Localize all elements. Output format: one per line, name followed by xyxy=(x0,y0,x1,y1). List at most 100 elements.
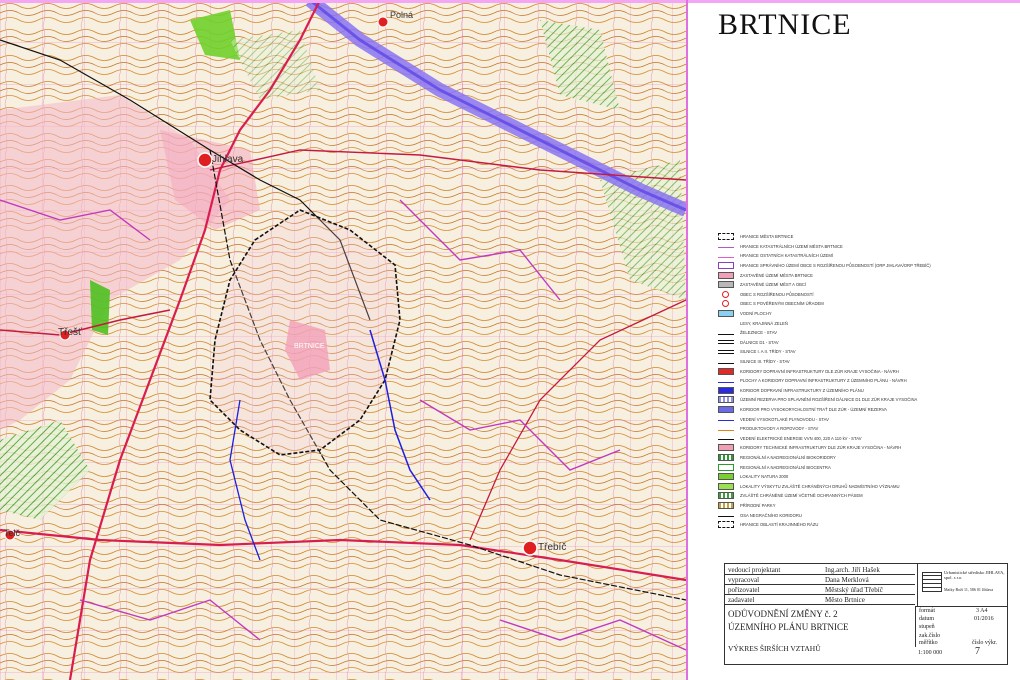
legend-swatch xyxy=(718,516,734,518)
legend-label: ZASTAVĚNÉ ÚZEMÍ MĚSTA BRTNICE xyxy=(740,272,813,278)
tb-row: zadavatel Město Brtnice xyxy=(725,596,915,605)
legend-swatch xyxy=(718,281,734,289)
legend-label: VODNÍ PLOCHY xyxy=(740,311,772,317)
legend-item: ZASTAVĚNÉ ÚZEMÍ MĚST A OBCÍ xyxy=(718,280,1018,290)
doc-title: ÚZEMNÍHO PLÁNU BRTNICE xyxy=(728,622,849,632)
tb-value: Městský úřad Třebíč xyxy=(825,586,883,594)
scale-value: 1:100 000 xyxy=(918,650,943,656)
legend-label: PŘÍRODNÍ PARKY xyxy=(740,502,776,508)
legend-swatch xyxy=(718,349,734,354)
tb-value: Ing.arch. Jiří Hašek xyxy=(825,566,880,574)
legend-swatch xyxy=(718,444,734,452)
meta-box: formát 3 A4 datum 01/2016 stupeň zak.čís… xyxy=(915,606,1008,647)
legend-swatch xyxy=(718,429,734,431)
legend-item: PLOCHY A KORIDORY DOPRAVNÍ INFRASTRUKTUR… xyxy=(718,376,1018,386)
tb-label: zadavatel xyxy=(728,596,755,604)
legend-label: HRANICE OBLASTÍ KRAJINNÉHO RÁZU xyxy=(740,522,819,528)
legend-label: KORIDORY TECHNICKÉ INFRASTRUKTURY DLE ZÚ… xyxy=(740,445,902,451)
legend-swatch xyxy=(718,271,734,279)
legend-item: HRANICE SPRÁVNÍHO ÚZEMÍ OBCE S ROZŠÍŘENO… xyxy=(718,261,1018,271)
legend-item: LESY, KRAJINNÁ ZELEŇ xyxy=(718,318,1018,328)
legend-label: ÚZEMNÍ REZERVA PRO SPLAVNĚNÍ ROZŠÍŘENÍ D… xyxy=(740,397,918,403)
format-value: 3 A4 xyxy=(976,608,988,614)
legend-item: LOKALITY NATURA 2000 xyxy=(718,472,1018,482)
legend-swatch xyxy=(718,420,734,422)
legend-label: KORIDOR PRO VYSOKORYCHLOSTNÍ TRAŤ DLE ZÚ… xyxy=(740,406,887,412)
legend-label: PRODUKTOVODY A ROPOVODY - STAV xyxy=(740,426,819,432)
legend-swatch xyxy=(718,439,734,441)
company-box: Urbanistické středisko JIHLAVA, spol. s … xyxy=(917,564,1008,606)
tb-label: vypracoval xyxy=(728,576,760,584)
legend-item: ŽELEZNICE - STAV xyxy=(718,328,1018,338)
legend-label: DÁLNICE D1 - STAV xyxy=(740,339,779,345)
place-label: Polná xyxy=(390,10,414,20)
legend-swatch xyxy=(718,396,734,404)
legend-label: OSA NEGRAČNÍHO KORIDORU xyxy=(740,512,802,518)
legend-item: SILNICE I. A II. TŘÍDY - STAV xyxy=(718,347,1018,357)
legend-swatch xyxy=(718,381,734,383)
place-label: Jihlava xyxy=(212,154,244,165)
legend-label: VEDENÍ VYSOKOTLAKÉ PLYNOVODU - STAV xyxy=(740,416,829,422)
legend-sheet: BRTNICE HRANICE MĚSTA BRTNICE HRANICE KAT… xyxy=(686,0,1020,680)
legend-item: LOKALITY VÝSKYTU ZVLÁŠTĚ CHRÁNĚNÝCH DRUH… xyxy=(718,481,1018,491)
legend-label: ZASTAVĚNÉ ÚZEMÍ MĚST A OBCÍ xyxy=(740,282,807,288)
company-address: Matky Boží 11, 586 01 Jihlava xyxy=(944,587,994,592)
sheet-number: 7 xyxy=(975,646,980,657)
legend: HRANICE MĚSTA BRTNICE HRANICE KATASTRÁLNÍ… xyxy=(718,232,1018,529)
legend-swatch xyxy=(718,340,734,345)
legend-swatch xyxy=(718,492,734,500)
legend-item: HRANICE OBLASTÍ KRAJINNÉHO RÁZU xyxy=(718,520,1018,530)
map-canvas xyxy=(0,0,686,680)
legend-item: PŘÍRODNÍ PARKY xyxy=(718,501,1018,511)
legend-label: KORIDOR DOPRAVNÍ INFRASTRUKTURY Z ÚZEMNÍ… xyxy=(740,387,864,393)
legend-swatch xyxy=(718,233,734,241)
legend-label: VEDENÍ ELEKTRICKÉ ENERGIE VVN 400, 220 A… xyxy=(740,435,862,441)
legend-swatch xyxy=(718,319,734,327)
legend-swatch xyxy=(718,362,734,364)
legend-label: HRANICE SPRÁVNÍHO ÚZEMÍ OBCE S ROZŠÍŘENO… xyxy=(740,263,931,269)
legend-item: SILNICE III. TŘÍDY - STAV xyxy=(718,357,1018,367)
tb-row: vedoucí projektant Ing.arch. Jiří Hašek xyxy=(725,566,915,575)
legend-swatch xyxy=(718,501,734,509)
legend-swatch xyxy=(718,521,734,529)
legend-item: DÁLNICE D1 - STAV xyxy=(718,338,1018,348)
map-title: BRTNICE xyxy=(718,8,852,41)
legend-label: REGIONÁLNÍ A NADREGIONÁLNÍ BIOCENTRA xyxy=(740,464,831,470)
legend-item: VEDENÍ VYSOKOTLAKÉ PLYNOVODU - STAV xyxy=(718,414,1018,424)
legend-item: KORIDOR PRO VYSOKORYCHLOSTNÍ TRAŤ DLE ZÚ… xyxy=(718,405,1018,415)
legend-swatch xyxy=(718,367,734,375)
legend-swatch xyxy=(718,310,734,318)
legend-label: ZVLÁŠTĚ CHRÁNĚNÉ ÚZEMÍ VČETNĚ OCHRANNÝCH… xyxy=(740,493,863,499)
legend-swatch xyxy=(718,262,734,270)
legend-label: LESY, KRAJINNÁ ZELEŇ xyxy=(740,320,788,326)
legend-item: VEDENÍ ELEKTRICKÉ ENERGIE VVN 400, 220 A… xyxy=(718,433,1018,443)
legend-label: HRANICE MĚSTA BRTNICE xyxy=(740,234,794,240)
tb-label: pořizovatel xyxy=(728,586,760,594)
legend-label: SILNICE III. TŘÍDY - STAV xyxy=(740,359,790,365)
legend-item: KORIDOR DOPRAVNÍ INFRASTRUKTURY Z ÚZEMNÍ… xyxy=(718,386,1018,396)
legend-label: OBEC S ROZŠÍŘENOU PŮSOBNOSTÍ xyxy=(740,291,814,297)
tb-row: pořizovatel Městský úřad Třebíč xyxy=(725,586,915,595)
place-label: Třešť xyxy=(58,327,82,338)
place-label: Třebíč xyxy=(538,542,567,553)
legend-item: VODNÍ PLOCHY xyxy=(718,309,1018,319)
legend-swatch xyxy=(718,405,734,413)
legend-swatch xyxy=(718,453,734,461)
format-label: formát xyxy=(919,608,935,614)
legend-swatch xyxy=(718,386,734,394)
company-name: Urbanistické středisko JIHLAVA, spol. s … xyxy=(944,570,1005,581)
map-area: Polná Jihlava Třešť BRTNICE Třebíč Telč xyxy=(0,0,686,680)
legend-label: REGIONÁLNÍ A NADREGIONÁLNÍ BIOKORIDORY xyxy=(740,454,836,460)
date-value: 01/2016 xyxy=(974,616,994,622)
legend-swatch xyxy=(718,256,734,258)
tb-value: Město Brtnice xyxy=(825,596,865,604)
legend-swatch xyxy=(718,333,734,335)
legend-item: REGIONÁLNÍ A NADREGIONÁLNÍ BIOKORIDORY xyxy=(718,453,1018,463)
drawing-title: VÝKRES ŠIRŠÍCH VZTAHŮ xyxy=(728,644,821,653)
legend-label: SILNICE I. A II. TŘÍDY - STAV xyxy=(740,349,796,355)
legend-label: HRANICE OSTATNÍCH KATASTRÁLNÍCH ÚZEMÍ xyxy=(740,253,833,259)
legend-item: ZASTAVĚNÉ ÚZEMÍ MĚSTA BRTNICE xyxy=(718,270,1018,280)
legend-label: LOKALITY NATURA 2000 xyxy=(740,474,789,480)
legend-swatch xyxy=(718,463,734,471)
zak-label: zak.číslo xyxy=(919,633,941,639)
